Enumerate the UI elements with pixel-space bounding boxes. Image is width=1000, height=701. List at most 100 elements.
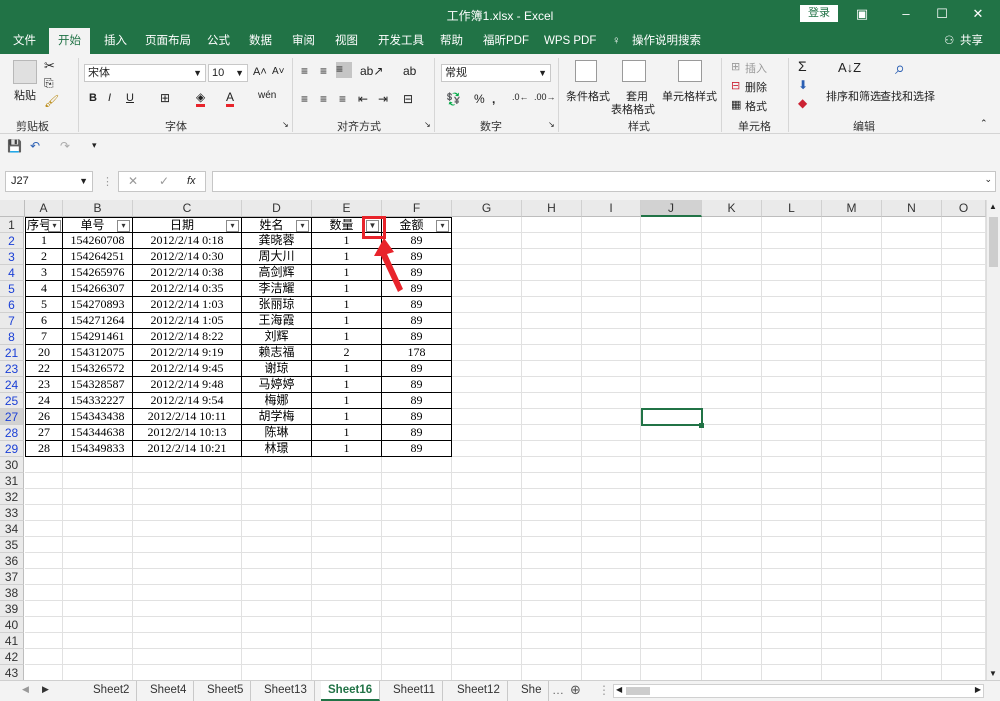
close-icon[interactable]: ✕: [968, 4, 988, 24]
empty-cell[interactable]: [942, 377, 986, 393]
empty-cell[interactable]: [822, 409, 882, 425]
currency-icon[interactable]: 💱: [446, 92, 461, 106]
empty-cell[interactable]: [641, 217, 702, 233]
empty-cell[interactable]: [133, 633, 242, 649]
empty-cell[interactable]: [452, 569, 522, 585]
empty-cell[interactable]: [942, 441, 986, 457]
sheet-tab[interactable]: She: [514, 681, 550, 701]
empty-cell[interactable]: [762, 361, 822, 377]
empty-cell[interactable]: [25, 553, 63, 569]
ribbon-display-icon[interactable]: ▣: [852, 4, 872, 24]
table-cell[interactable]: 89: [382, 361, 452, 377]
row-header[interactable]: 8: [0, 329, 24, 345]
empty-cell[interactable]: [582, 633, 641, 649]
empty-cell[interactable]: [452, 249, 522, 265]
empty-cell[interactable]: [582, 361, 641, 377]
table-cell[interactable]: 李洁耀: [242, 281, 312, 297]
tab-developer[interactable]: 开发工具: [376, 28, 426, 54]
empty-cell[interactable]: [522, 569, 582, 585]
empty-cell[interactable]: [942, 569, 986, 585]
redo-icon[interactable]: ↷: [60, 139, 70, 153]
table-cell[interactable]: 2012/2/14 9:19: [133, 345, 242, 361]
table-cell[interactable]: 154266307: [63, 281, 133, 297]
select-all-corner[interactable]: [0, 200, 25, 217]
empty-cell[interactable]: [822, 233, 882, 249]
column-header[interactable]: L: [762, 200, 822, 217]
empty-cell[interactable]: [582, 329, 641, 345]
empty-cell[interactable]: [702, 249, 762, 265]
insert-cells-button[interactable]: 插入: [745, 60, 767, 76]
row-header[interactable]: 23: [0, 361, 24, 377]
empty-cell[interactable]: [822, 457, 882, 473]
sort-filter-button[interactable]: 排序和筛选: [826, 88, 881, 104]
tab-help[interactable]: 帮助: [438, 28, 465, 54]
cell-styles-icon[interactable]: [678, 60, 702, 82]
decrease-decimal-icon[interactable]: .00→: [534, 92, 556, 102]
table-cell[interactable]: 2012/2/14 8:22: [133, 329, 242, 345]
empty-cell[interactable]: [133, 489, 242, 505]
table-cell[interactable]: 154270893: [63, 297, 133, 313]
empty-cell[interactable]: [882, 665, 942, 680]
merge-center-icon[interactable]: ⊟: [403, 92, 413, 106]
empty-cell[interactable]: [382, 505, 452, 521]
row-header[interactable]: 29: [0, 441, 24, 457]
empty-cell[interactable]: [702, 457, 762, 473]
empty-cell[interactable]: [25, 521, 63, 537]
empty-cell[interactable]: [942, 505, 986, 521]
empty-cell[interactable]: [452, 345, 522, 361]
empty-cell[interactable]: [762, 617, 822, 633]
tab-formulas[interactable]: 公式: [205, 28, 232, 54]
empty-cell[interactable]: [382, 601, 452, 617]
table-cell[interactable]: 154343438: [63, 409, 133, 425]
column-header[interactable]: E: [312, 200, 382, 217]
empty-cell[interactable]: [522, 473, 582, 489]
empty-cell[interactable]: [452, 233, 522, 249]
launcher-icon[interactable]: ↘: [424, 120, 431, 129]
empty-cell[interactable]: [312, 489, 382, 505]
empty-cell[interactable]: [522, 617, 582, 633]
paste-icon[interactable]: [13, 60, 37, 84]
empty-cell[interactable]: [312, 473, 382, 489]
empty-cell[interactable]: [63, 537, 133, 553]
empty-cell[interactable]: [63, 521, 133, 537]
format-table-label-2[interactable]: 表格格式: [611, 101, 655, 117]
empty-cell[interactable]: [25, 457, 63, 473]
empty-cell[interactable]: [702, 569, 762, 585]
column-header[interactable]: M: [822, 200, 882, 217]
empty-cell[interactable]: [63, 553, 133, 569]
empty-cell[interactable]: [822, 249, 882, 265]
empty-cell[interactable]: [63, 569, 133, 585]
empty-cell[interactable]: [822, 297, 882, 313]
table-cell[interactable]: 89: [382, 329, 452, 345]
table-cell[interactable]: 89: [382, 425, 452, 441]
maximize-icon[interactable]: ☐: [932, 4, 952, 24]
row-header[interactable]: 33: [0, 505, 24, 521]
empty-cell[interactable]: [522, 649, 582, 665]
empty-cell[interactable]: [582, 489, 641, 505]
empty-cell[interactable]: [522, 633, 582, 649]
empty-cell[interactable]: [702, 521, 762, 537]
empty-cell[interactable]: [822, 521, 882, 537]
empty-cell[interactable]: [762, 329, 822, 345]
empty-cell[interactable]: [942, 489, 986, 505]
empty-cell[interactable]: [641, 297, 702, 313]
vertical-scrollbar[interactable]: ▲ ▼: [986, 200, 1000, 680]
empty-cell[interactable]: [522, 425, 582, 441]
fill-icon[interactable]: ⬇: [798, 78, 808, 92]
empty-cell[interactable]: [822, 281, 882, 297]
empty-cell[interactable]: [382, 457, 452, 473]
cell-styles-button[interactable]: 单元格样式: [662, 88, 717, 104]
empty-cell[interactable]: [822, 569, 882, 585]
table-cell[interactable]: 89: [382, 409, 452, 425]
empty-cell[interactable]: [702, 473, 762, 489]
tab-home[interactable]: 开始: [49, 28, 90, 54]
empty-cell[interactable]: [942, 457, 986, 473]
tab-view[interactable]: 视图: [333, 28, 360, 54]
tab-wps-pdf[interactable]: WPS PDF: [542, 28, 598, 54]
increase-indent-icon[interactable]: ⇥: [378, 92, 388, 106]
table-cell[interactable]: 赖志福: [242, 345, 312, 361]
empty-cell[interactable]: [522, 313, 582, 329]
table-cell[interactable]: 林璟: [242, 441, 312, 457]
empty-cell[interactable]: [63, 585, 133, 601]
empty-cell[interactable]: [133, 505, 242, 521]
